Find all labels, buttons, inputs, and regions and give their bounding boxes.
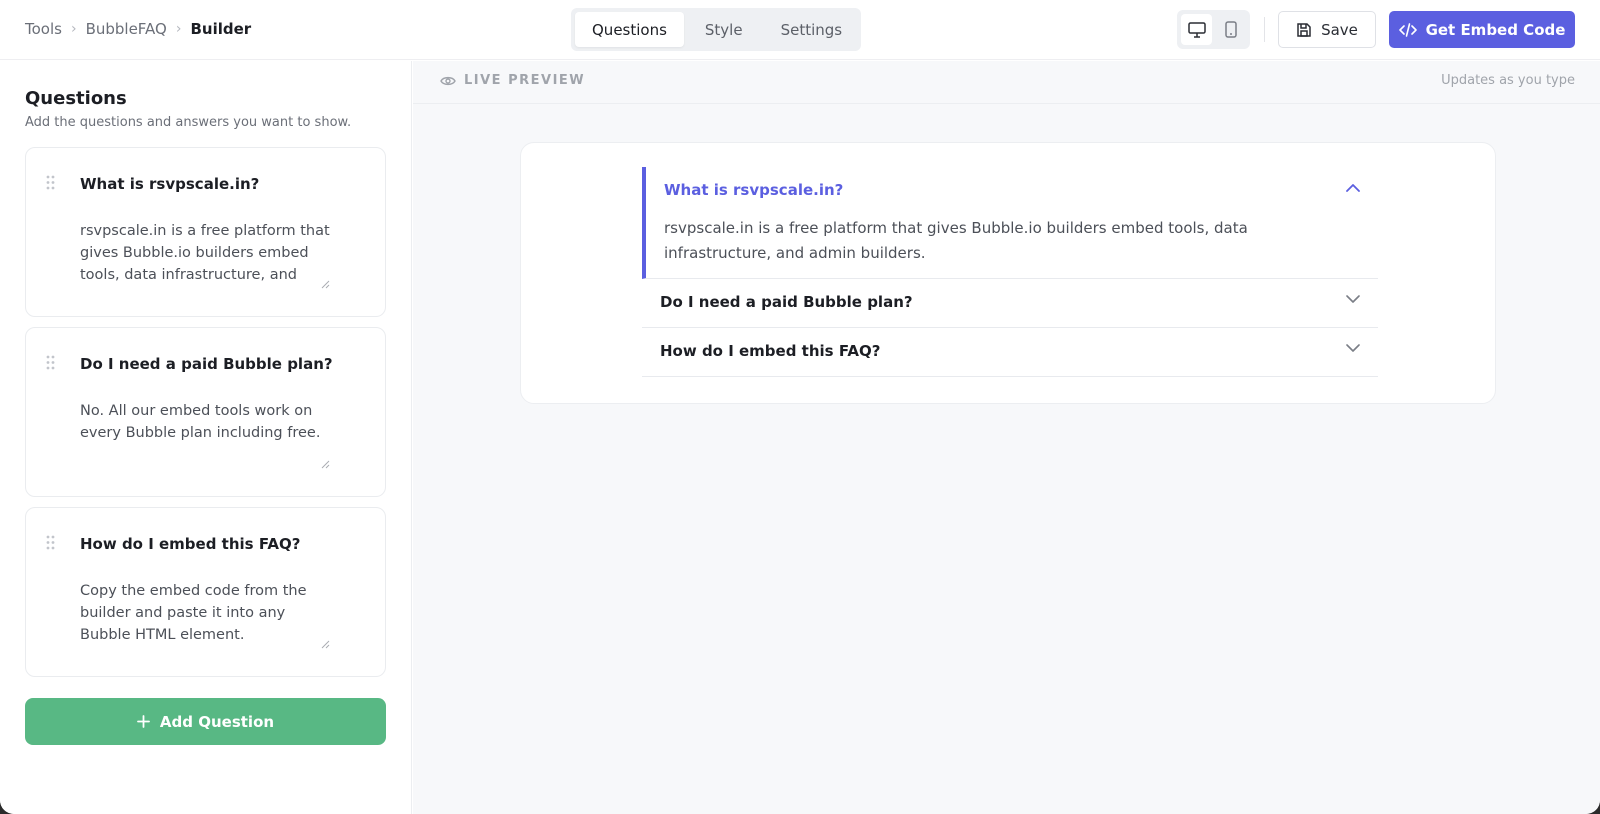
answer-textarea[interactable]: rsvpscale.in is a free platform that giv… bbox=[80, 220, 330, 288]
faq-item[interactable]: Do I need a paid Bubble plan? bbox=[642, 279, 1378, 328]
app-window: Tools › BubbleFAQ › Builder Questions St… bbox=[0, 0, 1600, 814]
save-button[interactable]: Save bbox=[1278, 11, 1376, 48]
device-toggle bbox=[1177, 10, 1250, 49]
questions-panel: Questions Add the questions and answers … bbox=[0, 61, 412, 814]
save-icon bbox=[1297, 22, 1311, 37]
resize-handle-icon[interactable] bbox=[321, 640, 330, 649]
top-bar: Tools › BubbleFAQ › Builder Questions St… bbox=[0, 0, 1600, 60]
desktop-icon bbox=[1187, 21, 1206, 38]
drag-handle-icon[interactable] bbox=[46, 175, 55, 190]
mobile-icon bbox=[1224, 21, 1237, 38]
drag-handle-icon[interactable] bbox=[46, 535, 55, 550]
resize-handle-icon[interactable] bbox=[321, 460, 330, 469]
breadcrumb: Tools › BubbleFAQ › Builder bbox=[25, 0, 251, 58]
breadcrumb-builder: Builder bbox=[190, 20, 252, 38]
question-input[interactable]: What is rsvpscale.in? bbox=[80, 175, 259, 193]
code-icon bbox=[1398, 22, 1417, 37]
faq-answer: rsvpscale.in is a free platform that giv… bbox=[664, 219, 1248, 262]
question-card: How do I embed this FAQ? Copy the embed … bbox=[25, 507, 386, 677]
tab-questions[interactable]: Questions bbox=[575, 12, 684, 47]
faq-question[interactable]: How do I embed this FAQ? bbox=[660, 342, 880, 360]
live-preview-label: LIVE PREVIEW bbox=[440, 73, 585, 88]
get-embed-code-button[interactable]: Get Embed Code bbox=[1389, 11, 1575, 48]
chevron-right-icon: › bbox=[70, 21, 77, 37]
panel-subtitle: Add the questions and answers you want t… bbox=[25, 115, 352, 130]
breadcrumb-bubblefaq[interactable]: BubbleFAQ bbox=[86, 20, 167, 38]
faq-question[interactable]: Do I need a paid Bubble plan? bbox=[660, 293, 913, 311]
faq-item-expanded[interactable]: What is rsvpscale.in? rsvpscale.in is a … bbox=[642, 167, 1378, 279]
question-input[interactable]: How do I embed this FAQ? bbox=[80, 535, 300, 553]
question-card: What is rsvpscale.in? rsvpscale.in is a … bbox=[25, 147, 386, 317]
save-label: Save bbox=[1321, 20, 1358, 39]
panel-title: Questions bbox=[25, 88, 127, 109]
faq-item[interactable]: How do I embed this FAQ? bbox=[642, 328, 1378, 377]
question-card: Do I need a paid Bubble plan? No. All ou… bbox=[25, 327, 386, 497]
question-input[interactable]: Do I need a paid Bubble plan? bbox=[80, 355, 333, 373]
answer-textarea[interactable]: No. All our embed tools work on every Bu… bbox=[80, 400, 330, 468]
preview-header: LIVE PREVIEW Updates as you type bbox=[413, 61, 1600, 104]
embed-label: Get Embed Code bbox=[1425, 20, 1566, 39]
add-question-button[interactable]: Add Question bbox=[25, 698, 386, 745]
answer-textarea[interactable]: Copy the embed code from the builder and… bbox=[80, 580, 330, 648]
chevron-right-icon: › bbox=[175, 21, 182, 37]
chevron-up-icon[interactable] bbox=[1346, 183, 1360, 192]
desktop-view-button[interactable] bbox=[1181, 14, 1212, 45]
faq-preview-card: What is rsvpscale.in? rsvpscale.in is a … bbox=[520, 142, 1496, 404]
faq-question[interactable]: What is rsvpscale.in? bbox=[664, 181, 843, 199]
mobile-view-button[interactable] bbox=[1215, 14, 1246, 45]
breadcrumb-tools[interactable]: Tools bbox=[25, 20, 62, 38]
tab-bar: Questions Style Settings bbox=[571, 8, 861, 51]
faq-list: What is rsvpscale.in? rsvpscale.in is a … bbox=[642, 167, 1378, 377]
chevron-down-icon[interactable] bbox=[1346, 344, 1360, 353]
preview-area: LIVE PREVIEW Updates as you type What is… bbox=[413, 61, 1600, 814]
plus-icon bbox=[137, 715, 150, 728]
eye-icon bbox=[440, 76, 456, 85]
updates-hint: Updates as you type bbox=[1441, 73, 1575, 88]
resize-handle-icon[interactable] bbox=[321, 280, 330, 289]
chevron-down-icon[interactable] bbox=[1346, 295, 1360, 304]
tab-style[interactable]: Style bbox=[688, 12, 760, 47]
drag-handle-icon[interactable] bbox=[46, 355, 55, 370]
live-preview-text: LIVE PREVIEW bbox=[464, 73, 586, 88]
tab-settings[interactable]: Settings bbox=[764, 12, 860, 47]
add-question-label: Add Question bbox=[159, 712, 275, 731]
divider bbox=[1264, 17, 1265, 42]
